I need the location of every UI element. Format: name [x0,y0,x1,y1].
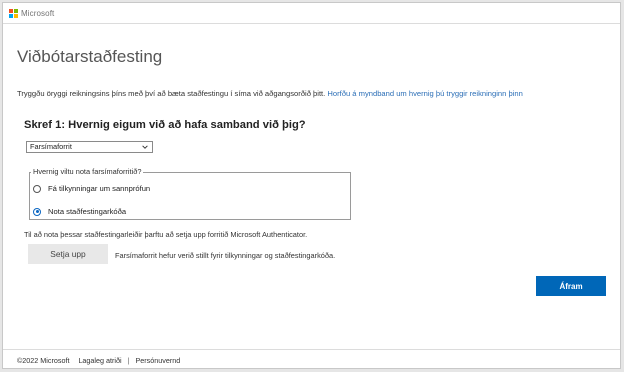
logo-square-blue [9,13,13,18]
video-link[interactable]: Horfðu á myndband um hvernig þú tryggir … [327,89,522,98]
logo-square-red [9,8,13,13]
radio-notifications-label: Fá tilkynningar um sannprófun [48,184,151,193]
radio-notifications[interactable] [33,184,41,193]
radio-option-notifications[interactable]: Fá tilkynningar um sannprófun [33,184,150,193]
top-bar: Microsoft [3,3,620,24]
app-usage-legend: Hvernig viltu nota farsímaforritið? [31,167,144,176]
page-title: Viðbótarstaðfesting [17,47,163,66]
footer-separator: | [127,356,130,365]
radio-option-code[interactable]: Nota staðfestingarkóða [33,207,126,216]
footer: ©2022 Microsoft Lagaleg atriði | Persónu… [3,349,620,370]
logo-square-green [14,8,18,13]
privacy-link[interactable]: Persónuvernd [135,356,180,365]
page-frame: Microsoft Viðbótarstaðfesting Tryggðu ör… [2,2,621,369]
chevron-down-icon [142,145,148,149]
radio-code[interactable] [33,207,41,216]
setup-button[interactable]: Setja upp [28,244,108,264]
contact-method-select[interactable]: Farsímaforrit [26,141,153,153]
brand-name: Microsoft [21,8,55,18]
intro-text: Tryggðu öryggi reikningsins þíns með því… [17,89,523,98]
next-button[interactable]: Áfram [536,276,606,296]
microsoft-logo-icon [9,8,18,18]
contact-method-value: Farsímaforrit [30,142,72,151]
setup-status-text: Farsímaforrit hefur verið stillt fyrir t… [115,251,336,260]
intro-description: Tryggðu öryggi reikningsins þíns með því… [17,89,328,98]
radio-code-label: Nota staðfestingarkóða [48,207,127,216]
logo-square-yellow [14,13,18,18]
microsoft-logo: Microsoft [9,7,54,19]
authenticator-note: Til að nota þessar staðfestingarleiðir þ… [24,230,308,239]
legal-link[interactable]: Lagaleg atriði [78,356,121,365]
footer-content: ©2022 Microsoft Lagaleg atriði | Persónu… [17,356,180,365]
step-heading: Skref 1: Hvernig eigum við að hafa samba… [24,119,306,131]
copyright: ©2022 Microsoft [17,356,70,365]
